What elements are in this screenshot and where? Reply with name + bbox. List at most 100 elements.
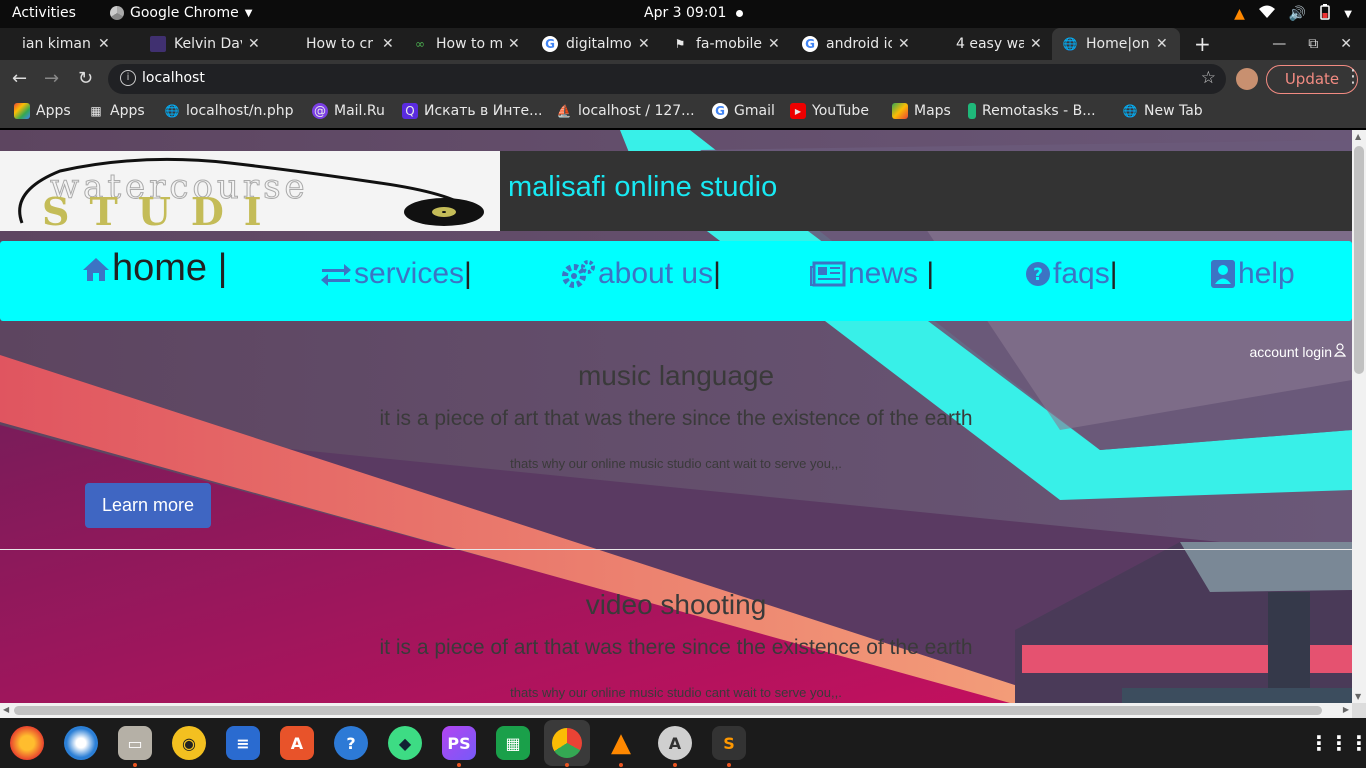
nav-label: services	[354, 257, 465, 290]
new-tab-button[interactable]: +	[1194, 28, 1214, 60]
nav-label: about us	[598, 257, 714, 290]
apps-grid-icon: ▦	[90, 104, 102, 118]
scrollbar-thumb[interactable]	[14, 706, 1322, 715]
scroll-left-arrow-icon[interactable]: ◀	[3, 705, 9, 714]
bookmark-item[interactable]: Maps	[892, 103, 951, 119]
nav-separator: |	[1109, 257, 1118, 290]
android-studio-icon[interactable]: ◆	[388, 726, 422, 760]
tab[interactable]: Kelvin Dav ✕	[150, 28, 268, 60]
bookmark-item[interactable]: ▦ Apps	[88, 103, 144, 119]
firefox-icon[interactable]	[10, 726, 44, 760]
maps-icon	[892, 103, 908, 119]
activities-button[interactable]: Activities	[12, 5, 76, 21]
bookmark-item[interactable]: 🌐 New Tab	[1122, 103, 1203, 119]
bookmark-item[interactable]: Apps	[14, 103, 71, 119]
bookmark-label: YouTube	[812, 103, 869, 119]
rhythmbox-icon[interactable]: ◉	[172, 726, 206, 760]
tab[interactable]: ian kiman ✕	[22, 28, 134, 60]
nav-item-faqs[interactable]: ? faqs |	[1025, 257, 1118, 291]
sublime-text-icon[interactable]: S	[712, 726, 746, 760]
wifi-icon	[1258, 5, 1275, 23]
nav-item-help[interactable]: help	[1210, 257, 1295, 291]
apps-grid-icon	[14, 103, 30, 119]
avatar[interactable]	[1236, 68, 1258, 90]
chrome-icon[interactable]	[544, 720, 590, 766]
close-icon[interactable]: ✕	[768, 36, 780, 52]
flag-icon: ⚑	[674, 37, 686, 51]
vlc-tray-icon[interactable]: ▲	[1234, 6, 1245, 22]
show-apps-icon[interactable]: ⋮⋮⋮	[1309, 726, 1366, 760]
files-icon[interactable]: ▭	[118, 726, 152, 760]
bookmarks-bar: Apps ▦ Apps 🌐 localhost/n.php @ Mail.Ru …	[0, 98, 1366, 128]
tab[interactable]: G digitalmo ✕	[542, 28, 660, 60]
minimize-icon[interactable]: —	[1272, 36, 1286, 52]
menu-kebab-icon[interactable]: ⋮	[1344, 66, 1362, 87]
account-login-link[interactable]: account login	[1249, 343, 1347, 360]
nav-label: news	[848, 257, 919, 290]
system-tray[interactable]: ▲ 🔊 ▼	[1234, 4, 1352, 24]
close-icon[interactable]: ✕	[898, 36, 910, 52]
tab[interactable]: ⚑ fa-mobile ✕	[672, 28, 790, 60]
bookmark-item[interactable]: Q Искать в Инте...	[402, 103, 543, 119]
scroll-right-arrow-icon[interactable]: ▶	[1343, 705, 1349, 714]
globe-icon: 🌐	[164, 104, 180, 118]
tab[interactable]: G android ic ✕	[802, 28, 920, 60]
user-icon	[1333, 343, 1347, 360]
info-icon[interactable]: i	[120, 70, 136, 86]
thunderbird-icon[interactable]	[64, 726, 98, 760]
nav-item-about[interactable]: about us |	[562, 257, 721, 291]
tab[interactable]: ∞ How to m ✕	[412, 28, 530, 60]
bookmark-label: Maps	[914, 103, 951, 119]
libreoffice-calc-icon[interactable]: ▦	[496, 726, 530, 760]
clock[interactable]: Apr 3 09:01	[644, 5, 726, 21]
bookmark-item[interactable]: ⛵ localhost / 127...	[556, 103, 695, 119]
close-icon[interactable]: ✕	[1030, 36, 1042, 52]
bookmark-item[interactable]: G Gmail	[712, 103, 775, 119]
page-viewport[interactable]: watercourse STUDI malisafi online studio…	[0, 130, 1352, 703]
bookmark-item[interactable]: 🌐 localhost/n.php	[164, 103, 294, 119]
software-updater-icon[interactable]: A	[658, 726, 692, 760]
learn-more-button[interactable]: Learn more	[85, 483, 211, 528]
power-menu-icon: ▼	[1344, 8, 1352, 20]
studio-logo[interactable]: watercourse STUDI	[0, 151, 500, 234]
logo-main-text: STUDI	[42, 189, 282, 231]
section-tagline: thats why our online music studio cant w…	[510, 685, 842, 700]
window-close-icon[interactable]: ✕	[1340, 36, 1352, 52]
libreoffice-writer-icon[interactable]: ≡	[226, 726, 260, 760]
close-icon[interactable]: ✕	[382, 36, 394, 52]
tab[interactable]: 4 easy wa ✕	[932, 28, 1050, 60]
tab[interactable]: How to cr ✕	[282, 28, 400, 60]
reload-icon[interactable]: ↻	[78, 68, 93, 89]
maximize-icon[interactable]: ⧉	[1308, 36, 1318, 52]
close-icon[interactable]: ✕	[508, 36, 520, 52]
close-icon[interactable]: ✕	[1156, 36, 1168, 52]
search-icon: Q	[402, 103, 418, 119]
google-icon: G	[802, 36, 818, 52]
tab-active[interactable]: 🌐 Home|onl ✕	[1052, 28, 1180, 60]
vlc-icon[interactable]: ▲	[604, 726, 638, 760]
scroll-down-arrow-icon[interactable]: ▼	[1355, 692, 1361, 701]
bookmark-star-icon[interactable]: ☆	[1201, 68, 1216, 88]
forward-icon[interactable]: →	[44, 68, 59, 89]
horizontal-scrollbar[interactable]: ◀ ▶	[0, 703, 1352, 718]
address-bar[interactable]: i localhost ☆	[108, 64, 1226, 94]
bookmark-item[interactable]: ▶ YouTube	[790, 103, 869, 119]
nav-item-home[interactable]: home |	[82, 247, 228, 290]
help-icon[interactable]: ?	[334, 726, 368, 760]
phpstorm-icon[interactable]: PS	[442, 726, 476, 760]
nav-item-services[interactable]: services |	[320, 257, 472, 291]
bookmark-item[interactable]: Remotasks - B...	[968, 103, 1096, 119]
app-menu[interactable]: Google Chrome ▼	[110, 5, 252, 21]
back-icon[interactable]: ←	[12, 68, 27, 89]
window-controls: — ⧉ ✕	[1272, 28, 1352, 60]
scrollbar-thumb[interactable]	[1354, 146, 1364, 374]
software-center-icon[interactable]: A	[280, 726, 314, 760]
scroll-up-arrow-icon[interactable]: ▲	[1355, 132, 1361, 141]
close-icon[interactable]: ✕	[248, 36, 260, 52]
nav-item-news[interactable]: news |	[810, 257, 934, 291]
caret-down-icon: ▼	[244, 7, 253, 19]
close-icon[interactable]: ✕	[638, 36, 650, 52]
bookmark-item[interactable]: @ Mail.Ru	[312, 103, 385, 119]
close-icon[interactable]: ✕	[98, 36, 110, 52]
vertical-scrollbar[interactable]: ▲ ▼	[1352, 130, 1366, 703]
